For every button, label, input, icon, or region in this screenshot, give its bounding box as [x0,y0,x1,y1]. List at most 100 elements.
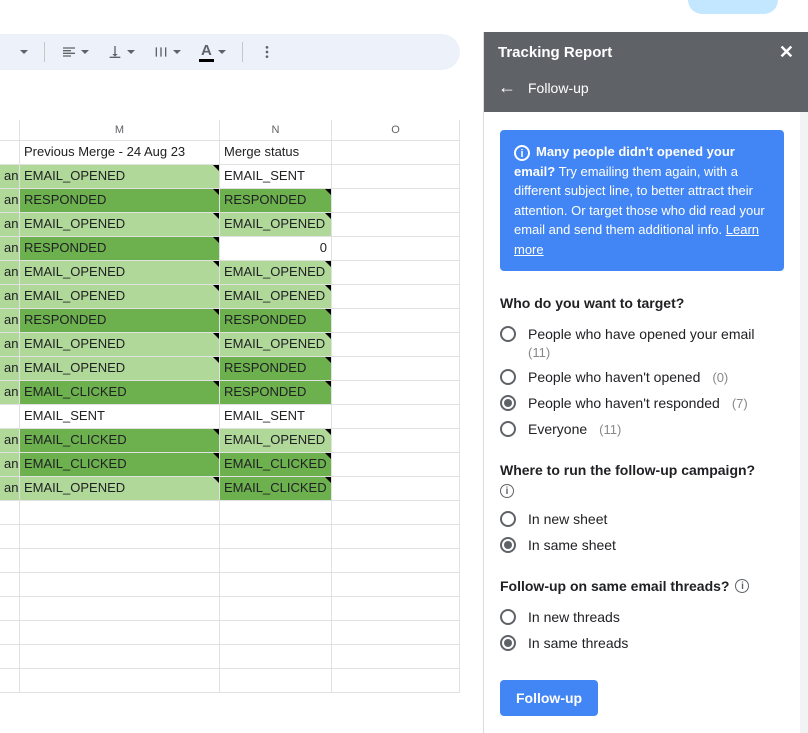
cell[interactable] [20,501,220,524]
cell[interactable] [332,477,460,500]
cell[interactable] [332,405,460,428]
cell[interactable] [0,669,20,692]
cell[interactable] [220,549,332,572]
cell[interactable] [332,237,460,260]
cell[interactable] [332,357,460,380]
cell[interactable]: an [0,237,20,260]
cell[interactable]: 0 [220,237,332,260]
cell[interactable]: an [0,261,20,284]
threads-option[interactable]: In same threads [500,630,784,656]
cell[interactable] [220,501,332,524]
cell[interactable]: EMAIL_SENT [220,405,332,428]
cell[interactable]: EMAIL_CLICKED [220,453,332,476]
cell-header-m[interactable]: Previous Merge - 24 Aug 23 [20,141,220,164]
threads-option[interactable]: In new threads [500,604,784,630]
followup-button[interactable]: Follow-up [500,680,598,716]
cell[interactable]: an [0,189,20,212]
cell[interactable] [20,597,220,620]
align-left-icon[interactable] [55,40,95,64]
cell-header-n[interactable]: Merge status [220,141,332,164]
cell[interactable]: an [0,213,20,236]
cell[interactable]: an [0,165,20,188]
cell[interactable] [332,669,460,692]
cell[interactable]: an [0,333,20,356]
cell[interactable]: EMAIL_OPENED [20,477,220,500]
cell[interactable] [0,525,20,548]
cell[interactable] [220,669,332,692]
cell[interactable] [20,549,220,572]
cell[interactable] [332,309,460,332]
where-option[interactable]: In new sheet [500,506,784,532]
cell[interactable] [0,501,20,524]
cell[interactable]: an [0,309,20,332]
cell[interactable] [20,525,220,548]
cell[interactable] [332,549,460,572]
cell[interactable]: EMAIL_OPENED [220,213,332,236]
cell[interactable]: an [0,429,20,452]
cell[interactable] [332,381,460,404]
close-icon[interactable]: ✕ [779,42,794,63]
cell[interactable] [332,141,460,164]
col-header-n[interactable]: N [220,120,332,140]
cell[interactable] [20,621,220,644]
cell[interactable]: an [0,453,20,476]
toolbar-dropdown[interactable] [12,46,34,58]
cell[interactable]: an [0,357,20,380]
cell[interactable] [332,573,460,596]
cell[interactable]: RESPONDED [20,189,220,212]
cell[interactable]: EMAIL_CLICKED [220,477,332,500]
col-header-m[interactable]: M [20,120,220,140]
text-color-icon[interactable]: A [193,38,232,66]
cell[interactable]: EMAIL_OPENED [220,261,332,284]
cell[interactable] [332,213,460,236]
cell[interactable]: EMAIL_OPENED [20,285,220,308]
cell[interactable] [332,261,460,284]
col-header-stub[interactable] [0,120,20,140]
cell[interactable] [332,645,460,668]
cell[interactable] [20,573,220,596]
cell[interactable] [0,573,20,596]
cell[interactable]: EMAIL_SENT [220,165,332,188]
target-option[interactable]: People who have opened your email [500,321,784,347]
cell[interactable]: EMAIL_OPENED [220,429,332,452]
target-option[interactable]: People who haven't opened(0) [500,364,784,390]
cell[interactable] [220,573,332,596]
cell[interactable] [332,525,460,548]
cell[interactable]: EMAIL_CLICKED [20,453,220,476]
cell[interactable] [332,189,460,212]
cell[interactable]: EMAIL_OPENED [20,333,220,356]
col-header-o[interactable]: O [332,120,460,140]
cell[interactable] [0,141,20,164]
cell[interactable]: EMAIL_CLICKED [20,381,220,404]
cell[interactable] [332,621,460,644]
cell[interactable]: RESPONDED [220,189,332,212]
cell[interactable]: an [0,285,20,308]
cell[interactable]: RESPONDED [20,309,220,332]
cell[interactable] [0,405,20,428]
cell[interactable] [0,645,20,668]
share-button-partial[interactable] [688,0,778,14]
cell[interactable] [332,165,460,188]
cell[interactable]: EMAIL_OPENED [20,213,220,236]
target-option[interactable]: Everyone(11) [500,416,784,442]
cell[interactable] [332,501,460,524]
cell[interactable] [332,453,460,476]
cell[interactable]: RESPONDED [220,357,332,380]
cell[interactable] [20,645,220,668]
cell[interactable]: RESPONDED [220,381,332,404]
cell[interactable]: EMAIL_OPENED [20,357,220,380]
cell[interactable]: EMAIL_OPENED [20,261,220,284]
info-icon[interactable]: i [500,484,514,498]
cell[interactable] [220,597,332,620]
where-option[interactable]: In same sheet [500,532,784,558]
back-arrow-icon[interactable]: ← [498,77,516,98]
cell[interactable] [20,669,220,692]
cell[interactable]: an [0,381,20,404]
cell[interactable] [332,597,460,620]
cell[interactable]: EMAIL_OPENED [220,333,332,356]
cell[interactable] [0,597,20,620]
cell[interactable] [220,621,332,644]
cell[interactable] [332,333,460,356]
info-icon[interactable]: i [735,579,749,593]
cell[interactable]: EMAIL_CLICKED [20,429,220,452]
